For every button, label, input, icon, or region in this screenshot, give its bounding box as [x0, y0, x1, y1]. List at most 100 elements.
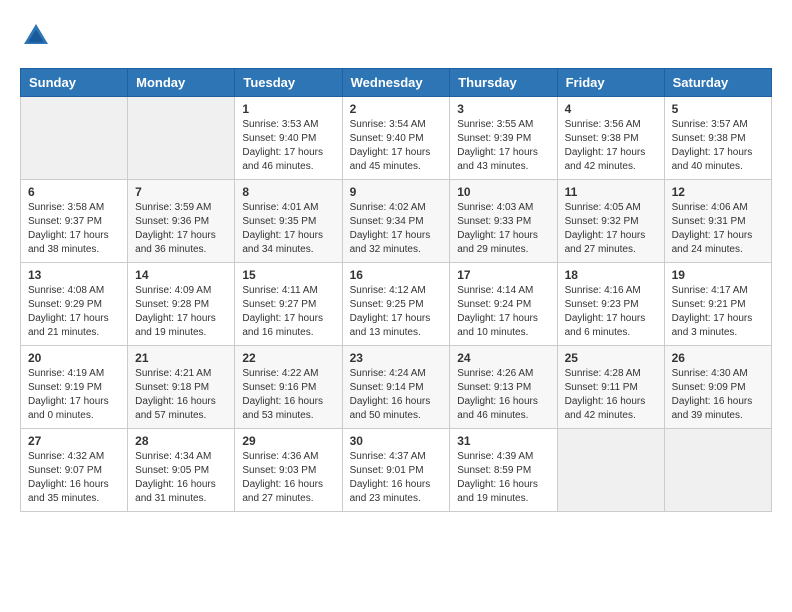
- day-number: 24: [457, 351, 549, 365]
- day-number: 7: [135, 185, 227, 199]
- calendar-cell: 19 Sunrise: 4:17 AMSunset: 9:21 PMDayligh…: [664, 263, 771, 346]
- day-info: Sunrise: 4:36 AMSunset: 9:03 PMDaylight:…: [242, 450, 334, 506]
- calendar-week-row: 27 Sunrise: 4:32 AMSunset: 9:07 PMDayligh…: [21, 429, 772, 512]
- calendar-cell: 8 Sunrise: 4:01 AMSunset: 9:35 PMDaylight…: [235, 180, 342, 263]
- calendar-cell: 4 Sunrise: 3:56 AMSunset: 9:38 PMDaylight…: [557, 97, 664, 180]
- day-info: Sunrise: 4:11 AMSunset: 9:27 PMDaylight:…: [242, 284, 334, 340]
- day-number: 2: [350, 102, 443, 116]
- day-info: Sunrise: 4:28 AMSunset: 9:11 PMDaylight:…: [565, 367, 657, 423]
- day-number: 21: [135, 351, 227, 365]
- day-number: 3: [457, 102, 549, 116]
- day-number: 31: [457, 434, 549, 448]
- calendar-cell: 27 Sunrise: 4:32 AMSunset: 9:07 PMDayligh…: [21, 429, 128, 512]
- calendar-cell: 28 Sunrise: 4:34 AMSunset: 9:05 PMDayligh…: [128, 429, 235, 512]
- day-info: Sunrise: 3:54 AMSunset: 9:40 PMDaylight:…: [350, 118, 443, 174]
- day-info: Sunrise: 4:22 AMSunset: 9:16 PMDaylight:…: [242, 367, 334, 423]
- calendar-cell: 20 Sunrise: 4:19 AMSunset: 9:19 PMDayligh…: [21, 346, 128, 429]
- calendar-cell: 31 Sunrise: 4:39 AMSunset: 8:59 PMDayligh…: [450, 429, 557, 512]
- calendar-cell: 30Sunrise: 4:37 AMSunset: 9:01 PMDayligh…: [342, 429, 450, 512]
- calendar-cell: [21, 97, 128, 180]
- day-number: 19: [672, 268, 764, 282]
- calendar-cell: 15 Sunrise: 4:11 AMSunset: 9:27 PMDayligh…: [235, 263, 342, 346]
- calendar-cell: 2 Sunrise: 3:54 AMSunset: 9:40 PMDaylight…: [342, 97, 450, 180]
- page-header: [20, 20, 772, 52]
- day-of-week-header: Monday: [128, 69, 235, 97]
- calendar-table: SundayMondayTuesdayWednesdayThursdayFrid…: [20, 68, 772, 512]
- calendar-week-row: 13 Sunrise: 4:08 AMSunset: 9:29 PMDayligh…: [21, 263, 772, 346]
- day-number: 8: [242, 185, 334, 199]
- calendar-cell: 5 Sunrise: 3:57 AMSunset: 9:38 PMDaylight…: [664, 97, 771, 180]
- day-info: Sunrise: 4:06 AMSunset: 9:31 PMDaylight:…: [672, 201, 764, 257]
- day-info: Sunrise: 3:57 AMSunset: 9:38 PMDaylight:…: [672, 118, 764, 174]
- day-of-week-header: Thursday: [450, 69, 557, 97]
- day-info: Sunrise: 4:14 AMSunset: 9:24 PMDaylight:…: [457, 284, 549, 340]
- day-info: Sunrise: 4:09 AMSunset: 9:28 PMDaylight:…: [135, 284, 227, 340]
- day-number: 16: [350, 268, 443, 282]
- day-info: Sunrise: 4:39 AMSunset: 8:59 PMDaylight:…: [457, 450, 549, 506]
- calendar-cell: [128, 97, 235, 180]
- calendar-cell: 29 Sunrise: 4:36 AMSunset: 9:03 PMDayligh…: [235, 429, 342, 512]
- day-info: Sunrise: 4:19 AMSunset: 9:19 PMDaylight:…: [28, 367, 120, 423]
- calendar-week-row: 1 Sunrise: 3:53 AMSunset: 9:40 PMDaylight…: [21, 97, 772, 180]
- logo: [20, 20, 58, 52]
- day-info: Sunrise: 4:08 AMSunset: 9:29 PMDaylight:…: [28, 284, 120, 340]
- day-info: Sunrise: 3:56 AMSunset: 9:38 PMDaylight:…: [565, 118, 657, 174]
- calendar-cell: 7 Sunrise: 3:59 AMSunset: 9:36 PMDaylight…: [128, 180, 235, 263]
- day-info: Sunrise: 4:05 AMSunset: 9:32 PMDaylight:…: [565, 201, 657, 257]
- day-number: 23: [350, 351, 443, 365]
- day-number: 13: [28, 268, 120, 282]
- calendar-cell: 6Sunrise: 3:58 AMSunset: 9:37 PMDaylight…: [21, 180, 128, 263]
- day-info: Sunrise: 4:01 AMSunset: 9:35 PMDaylight:…: [242, 201, 334, 257]
- day-number: 30: [350, 434, 443, 448]
- day-number: 5: [672, 102, 764, 116]
- day-info: Sunrise: 3:53 AMSunset: 9:40 PMDaylight:…: [242, 118, 334, 174]
- day-number: 4: [565, 102, 657, 116]
- calendar-cell: 14 Sunrise: 4:09 AMSunset: 9:28 PMDayligh…: [128, 263, 235, 346]
- calendar-cell: [664, 429, 771, 512]
- calendar-cell: [557, 429, 664, 512]
- calendar-cell: 21 Sunrise: 4:21 AMSunset: 9:18 PMDayligh…: [128, 346, 235, 429]
- day-info: Sunrise: 4:16 AMSunset: 9:23 PMDaylight:…: [565, 284, 657, 340]
- day-number: 28: [135, 434, 227, 448]
- day-number: 1: [242, 102, 334, 116]
- logo-icon: [20, 20, 52, 52]
- day-of-week-header: Sunday: [21, 69, 128, 97]
- calendar-cell: 18 Sunrise: 4:16 AMSunset: 9:23 PMDayligh…: [557, 263, 664, 346]
- calendar-cell: 12 Sunrise: 4:06 AMSunset: 9:31 PMDayligh…: [664, 180, 771, 263]
- day-number: 12: [672, 185, 764, 199]
- calendar-cell: 17Sunrise: 4:14 AMSunset: 9:24 PMDayligh…: [450, 263, 557, 346]
- calendar-header-row: SundayMondayTuesdayWednesdayThursdayFrid…: [21, 69, 772, 97]
- day-of-week-header: Wednesday: [342, 69, 450, 97]
- day-info: Sunrise: 4:24 AMSunset: 9:14 PMDaylight:…: [350, 367, 443, 423]
- calendar-cell: 11Sunrise: 4:05 AMSunset: 9:32 PMDayligh…: [557, 180, 664, 263]
- day-number: 26: [672, 351, 764, 365]
- day-number: 25: [565, 351, 657, 365]
- calendar-cell: 1 Sunrise: 3:53 AMSunset: 9:40 PMDaylight…: [235, 97, 342, 180]
- day-number: 22: [242, 351, 334, 365]
- calendar-cell: 26 Sunrise: 4:30 AMSunset: 9:09 PMDayligh…: [664, 346, 771, 429]
- day-of-week-header: Saturday: [664, 69, 771, 97]
- day-info: Sunrise: 4:26 AMSunset: 9:13 PMDaylight:…: [457, 367, 549, 423]
- day-info: Sunrise: 3:55 AMSunset: 9:39 PMDaylight:…: [457, 118, 549, 174]
- calendar-cell: 24 Sunrise: 4:26 AMSunset: 9:13 PMDayligh…: [450, 346, 557, 429]
- day-number: 29: [242, 434, 334, 448]
- day-number: 27: [28, 434, 120, 448]
- day-info: Sunrise: 4:17 AMSunset: 9:21 PMDaylight:…: [672, 284, 764, 340]
- day-number: 15: [242, 268, 334, 282]
- day-number: 20: [28, 351, 120, 365]
- calendar-cell: 13 Sunrise: 4:08 AMSunset: 9:29 PMDayligh…: [21, 263, 128, 346]
- day-number: 14: [135, 268, 227, 282]
- day-number: 6: [28, 185, 120, 199]
- day-number: 18: [565, 268, 657, 282]
- day-info: Sunrise: 4:32 AMSunset: 9:07 PMDaylight:…: [28, 450, 120, 506]
- day-number: 9: [350, 185, 443, 199]
- day-of-week-header: Friday: [557, 69, 664, 97]
- day-info: Sunrise: 4:02 AMSunset: 9:34 PMDaylight:…: [350, 201, 443, 257]
- day-info: Sunrise: 4:34 AMSunset: 9:05 PMDaylight:…: [135, 450, 227, 506]
- day-info: Sunrise: 3:59 AMSunset: 9:36 PMDaylight:…: [135, 201, 227, 257]
- day-info: Sunrise: 4:30 AMSunset: 9:09 PMDaylight:…: [672, 367, 764, 423]
- calendar-cell: 25 Sunrise: 4:28 AMSunset: 9:11 PMDayligh…: [557, 346, 664, 429]
- calendar-week-row: 6Sunrise: 3:58 AMSunset: 9:37 PMDaylight…: [21, 180, 772, 263]
- day-info: Sunrise: 4:12 AMSunset: 9:25 PMDaylight:…: [350, 284, 443, 340]
- day-info: Sunrise: 4:21 AMSunset: 9:18 PMDaylight:…: [135, 367, 227, 423]
